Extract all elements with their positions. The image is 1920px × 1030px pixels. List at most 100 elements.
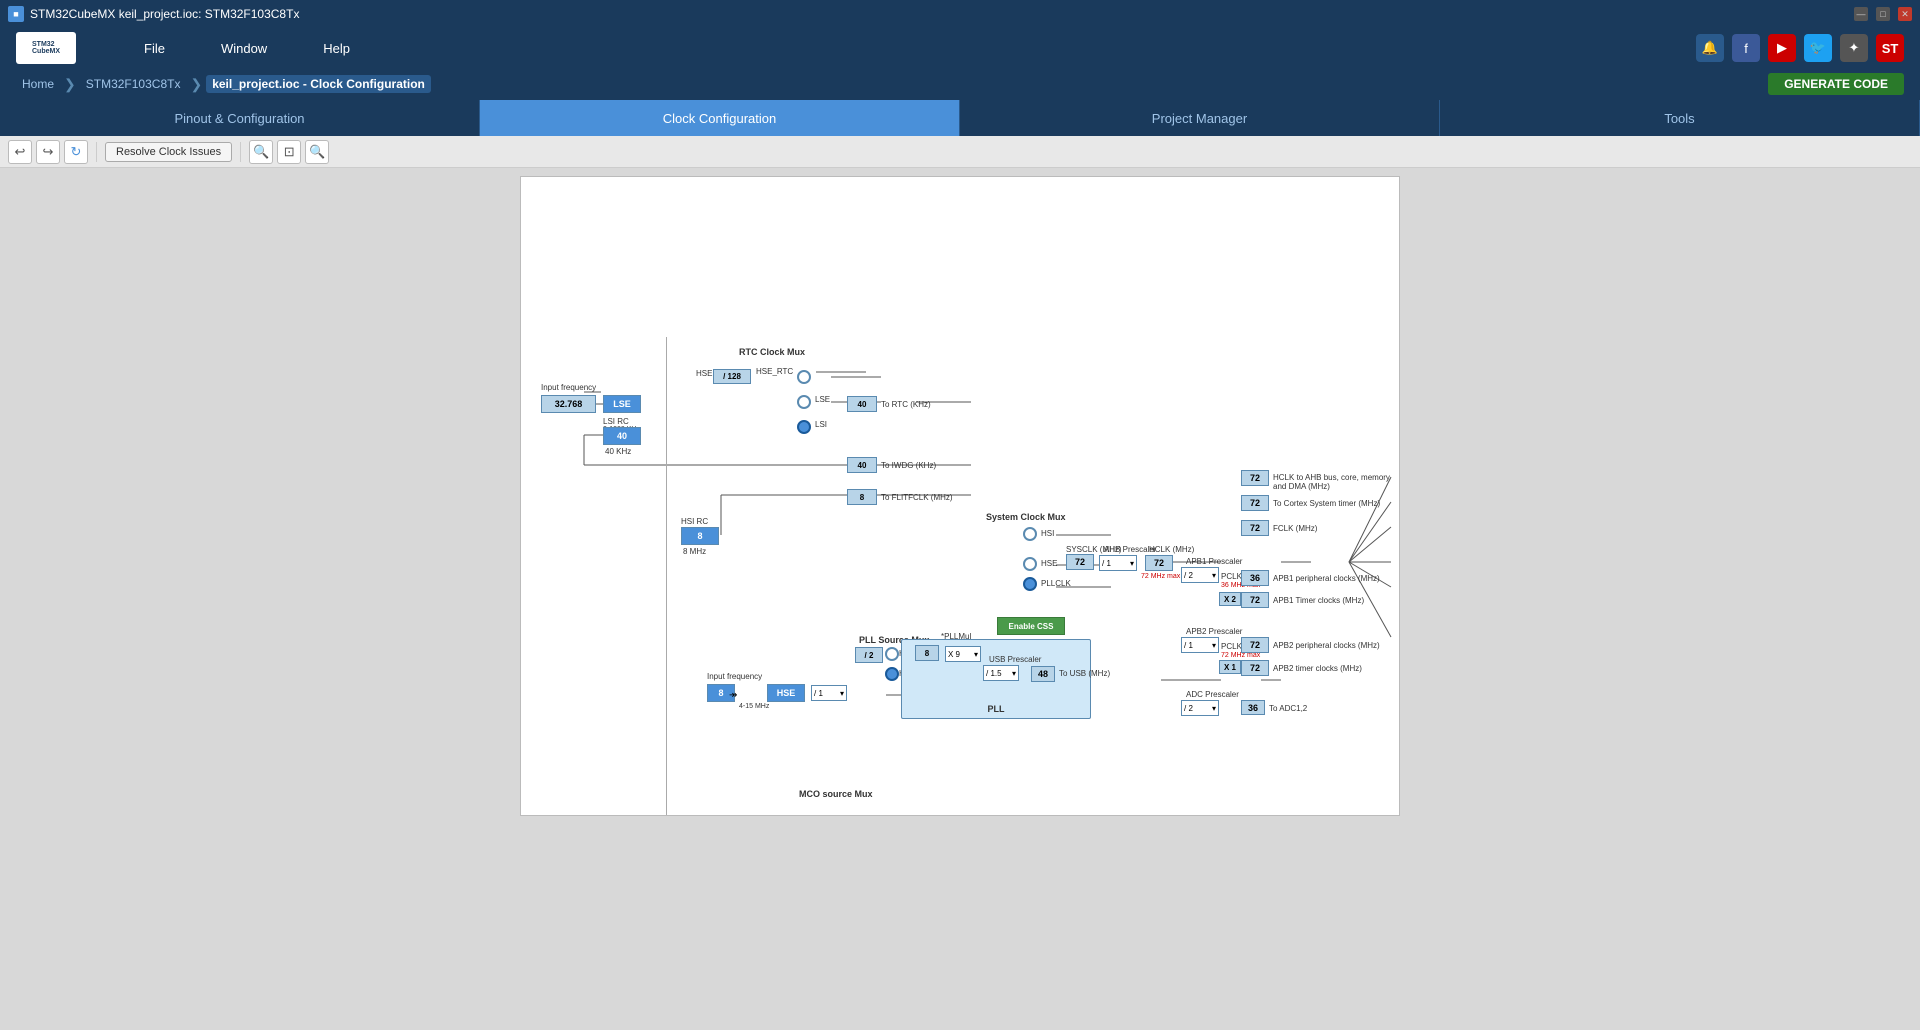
apb2-max-label: 72 MHz max xyxy=(1221,652,1260,659)
tab-project[interactable]: Project Manager xyxy=(960,100,1440,136)
fit-button[interactable]: ⊡ xyxy=(277,140,301,164)
rtc-mux-circle-2[interactable] xyxy=(797,395,811,409)
tab-clock[interactable]: Clock Configuration xyxy=(480,100,960,136)
close-button[interactable]: ✕ xyxy=(1898,7,1912,21)
window-controls: — □ ✕ xyxy=(1854,7,1912,21)
apb2-prescaler-label: APB2 Prescaler xyxy=(1186,627,1242,636)
rtc-mux-circle-1[interactable] xyxy=(797,370,811,384)
tab-tools[interactable]: Tools xyxy=(1440,100,1920,136)
to-rtc-label: To RTC (KHz) xyxy=(881,400,931,409)
lsi-box[interactable]: 40 xyxy=(603,427,641,445)
hsi-mhz-label: 8 MHz xyxy=(683,547,706,556)
iwdg-val-box: 40 xyxy=(847,457,877,473)
social-icons: 🔔 f ▶ 🐦 ✦ ST xyxy=(1696,34,1904,62)
enable-css-button[interactable]: Enable CSS xyxy=(997,617,1065,635)
generate-code-button[interactable]: GENERATE CODE xyxy=(1768,73,1904,95)
facebook-icon[interactable]: f xyxy=(1732,34,1760,62)
hsi-sys-label: HSI xyxy=(1041,529,1054,538)
pll-src-hsi[interactable] xyxy=(885,647,899,661)
toolbar-separator xyxy=(96,142,97,162)
breadcrumb-project[interactable]: keil_project.ioc - Clock Configuration xyxy=(206,75,431,93)
breadcrumb-bar: Home ❯ STM32F103C8Tx ❯ keil_project.ioc … xyxy=(0,68,1920,100)
mco-source-label: MCO source Mux xyxy=(799,789,873,799)
st-icon[interactable]: ST xyxy=(1876,34,1904,62)
twitter-icon[interactable]: 🐦 xyxy=(1804,34,1832,62)
sys-mux-pll[interactable] xyxy=(1023,577,1037,591)
hclk-ahb-label: HCLK to AHB bus, core, memory and DMA (M… xyxy=(1273,473,1393,491)
window-menu[interactable]: Window xyxy=(213,37,275,60)
redo-button[interactable]: ↪ xyxy=(36,140,60,164)
hclk-value-box[interactable]: 72 xyxy=(1145,555,1173,571)
rtc-mux-circle-3[interactable] xyxy=(797,420,811,434)
sys-mux-hse[interactable] xyxy=(1023,557,1037,571)
input-freq2-label: Input frequency xyxy=(707,672,762,681)
apb2-prescaler-dropdown[interactable]: / 1▾ xyxy=(1181,637,1219,653)
lsi-khz-label: 40 KHz xyxy=(605,447,631,456)
usb-val-box: 48 xyxy=(1031,666,1055,682)
pllclk-sys-label: PLLCLK xyxy=(1041,579,1071,588)
tab-bar: Pinout & Configuration Clock Configurati… xyxy=(0,100,1920,136)
to-flitfclk-label: To FLITFCLK (MHz) xyxy=(881,493,953,502)
zoom-in-button[interactable]: 🔍 xyxy=(249,140,273,164)
help-menu[interactable]: Help xyxy=(315,37,358,60)
hse-div1-dropdown[interactable]: / 1▾ xyxy=(811,685,847,701)
apb1-prescaler-dropdown[interactable]: / 2▾ xyxy=(1181,567,1219,583)
zoom-out-button[interactable]: 🔍 xyxy=(305,140,329,164)
maximize-button[interactable]: □ xyxy=(1876,7,1890,21)
sys-mux-hsi[interactable] xyxy=(1023,527,1037,541)
breadcrumb-home[interactable]: Home xyxy=(16,75,60,93)
youtube-icon[interactable]: ▶ xyxy=(1768,34,1796,62)
file-menu[interactable]: File xyxy=(136,37,173,60)
freq-range-label: 4-15 MHz xyxy=(739,703,769,710)
apb2-timer-label: APB2 timer clocks (MHz) xyxy=(1273,664,1362,673)
to-usb-label: To USB (MHz) xyxy=(1059,669,1110,678)
to-rtc-val-box: 40 xyxy=(847,396,877,412)
hse-rtc-label: HSE xyxy=(696,369,712,378)
pll-label: PLL xyxy=(988,704,1005,714)
adc-prescaler-label: ADC Prescaler xyxy=(1186,690,1239,699)
undo-button[interactable]: ↩ xyxy=(8,140,32,164)
refresh-button[interactable]: ↻ xyxy=(64,140,88,164)
pllmul-label: *PLLMul xyxy=(941,632,971,641)
pll-div2-box[interactable]: / 2 xyxy=(855,647,883,663)
apb1-timer-box: 72 xyxy=(1241,592,1269,608)
apb1-periph-box: 36 xyxy=(1241,570,1269,586)
sys-mux-label: System Clock Mux xyxy=(986,512,1066,522)
lsi-mux-label: LSI xyxy=(815,420,827,429)
sysclk-value-box[interactable]: 72 xyxy=(1066,554,1094,570)
community-icon[interactable]: ✦ xyxy=(1840,34,1868,62)
adc-prescaler-dropdown[interactable]: / 2▾ xyxy=(1181,700,1219,716)
app-logo: STM32CubeMX xyxy=(16,32,76,64)
toolbar: ↩ ↪ ↻ Resolve Clock Issues 🔍 ⊡ 🔍 xyxy=(0,136,1920,168)
ahb-out-box: 72 xyxy=(1241,470,1269,486)
ahb-prescaler-dropdown[interactable]: / 1▾ xyxy=(1099,555,1137,571)
apb1-timer-label: APB1 Timer clocks (MHz) xyxy=(1273,596,1364,605)
div128-box[interactable]: / 128 xyxy=(713,369,751,384)
hclk-max-label: 72 MHz max xyxy=(1141,573,1180,580)
input-freq-box[interactable]: 32.768 xyxy=(541,395,596,413)
main-content: Input frequency 32.768 LSE LSI RC 0-1000… xyxy=(0,168,1920,1030)
minimize-button[interactable]: — xyxy=(1854,7,1868,21)
hsi-rc-label: HSI RC xyxy=(681,517,708,526)
flitfclk-val-box: 8 xyxy=(847,489,877,505)
usb-prescaler-dropdown[interactable]: / 1.5▾ xyxy=(983,665,1019,681)
mco-pllclk-circle[interactable] xyxy=(857,815,871,816)
cortex-timer-label: To Cortex System timer (MHz) xyxy=(1273,499,1380,508)
apb2-x1-box: X 1 xyxy=(1219,660,1241,674)
vertical-sep xyxy=(666,337,667,816)
mco-div2-box[interactable]: / 2 xyxy=(819,815,847,816)
pll-src-hse[interactable] xyxy=(885,667,899,681)
pll-mul-dropdown[interactable]: X 9▾ xyxy=(945,646,981,662)
notification-icon[interactable]: 🔔 xyxy=(1696,34,1724,62)
apb2-periph-label: APB2 peripheral clocks (MHz) xyxy=(1273,641,1380,650)
hsi-box[interactable]: 8 xyxy=(681,527,719,545)
tab-pinout[interactable]: Pinout & Configuration xyxy=(0,100,480,136)
hse-rtc-conn-label: HSE_RTC xyxy=(756,367,793,376)
hse-button[interactable]: HSE xyxy=(767,684,805,702)
breadcrumb-device[interactable]: STM32F103C8Tx xyxy=(80,75,187,93)
pll-input-box: 8 xyxy=(915,645,939,661)
rtc-mux-label: RTC Clock Mux xyxy=(739,347,805,357)
resolve-clock-issues-button[interactable]: Resolve Clock Issues xyxy=(105,142,232,162)
fclk-out-box: 72 xyxy=(1241,520,1269,536)
lse-button[interactable]: LSE xyxy=(603,395,641,413)
